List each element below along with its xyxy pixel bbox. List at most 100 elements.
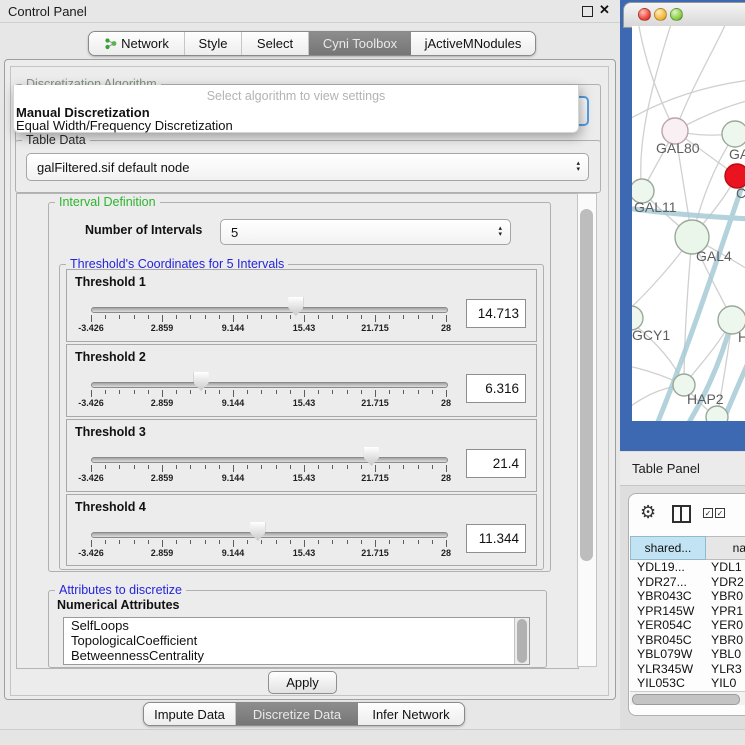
network-nodes[interactable] [632, 118, 745, 421]
slider-tick-label: 28 [441, 323, 451, 333]
threshold-1-slider-thumb[interactable] [288, 297, 303, 316]
table-row[interactable]: YDR27...YDR2 [630, 575, 745, 590]
node-bottom[interactable] [706, 406, 728, 421]
checkbox-icon[interactable]: ✓ [715, 508, 725, 518]
cell-shared-name[interactable]: YLR345W [630, 662, 706, 677]
slider-tick [403, 390, 404, 394]
node-green[interactable] [722, 121, 745, 147]
tab-impute-data[interactable]: Impute Data [144, 703, 236, 725]
tab-style[interactable]: Style [185, 32, 242, 55]
cell-shared-name[interactable]: YER054C [630, 618, 706, 633]
close-icon[interactable]: ✕ [599, 2, 610, 18]
network-canvas[interactable]: GAL80 GA C GAL11 GAL4 GCY1 H HAP2 [632, 26, 745, 421]
column-header-shared-name[interactable]: shared... [630, 536, 706, 560]
scrollbar-thumb[interactable] [580, 209, 593, 561]
tab-infer-network[interactable]: Infer Network [358, 703, 464, 725]
slider-tick [134, 540, 135, 544]
slider-tick-label: -3.426 [78, 398, 104, 408]
table-row[interactable]: YBL079WYBL0 [630, 647, 745, 662]
slider-tick [205, 540, 206, 544]
cell-name[interactable]: YDR2 [706, 575, 745, 590]
scrollbar-thumb[interactable] [632, 694, 740, 705]
app-root: Control Panel ✕ Network Style Select Cyn… [0, 0, 745, 745]
slider-tick-label: 15.43 [293, 548, 316, 558]
cell-name[interactable]: YIL0 [706, 676, 745, 691]
cell-shared-name[interactable]: YIL053C [630, 676, 706, 691]
table-row[interactable]: YBR045CYBR0 [630, 633, 745, 648]
slider-tick [148, 465, 149, 469]
threshold-2-value-field[interactable]: 6.316 [466, 374, 526, 403]
cell-shared-name[interactable]: YBR043C [630, 589, 706, 604]
table-row[interactable]: YER054CYER0 [630, 618, 745, 633]
cell-shared-name[interactable]: YDR27... [630, 575, 706, 590]
threshold-2-slider-track[interactable] [91, 382, 448, 388]
network-window-titlebar[interactable] [623, 2, 745, 28]
threshold-1-slider-track[interactable] [91, 307, 448, 313]
threshold-4-slider-thumb[interactable] [250, 522, 265, 541]
table-row[interactable]: YLR345WYLR3 [630, 662, 745, 677]
cell-shared-name[interactable]: YBR045C [630, 633, 706, 648]
slider-tick [162, 390, 163, 397]
cyni-mode-tabbar: Impute Data Discretize Data Infer Networ… [143, 702, 465, 726]
float-window-icon[interactable] [582, 6, 593, 17]
apply-button[interactable]: Apply [268, 671, 337, 694]
table-row[interactable]: YDL19...YDL1 [630, 560, 745, 575]
threshold-3-slider-track[interactable] [91, 457, 448, 463]
table-row[interactable]: YPR145WYPR1 [630, 604, 745, 619]
slider-tick-label: 28 [441, 548, 451, 558]
scrollbar-thumb[interactable] [517, 619, 527, 663]
tab-cyni-toolbox[interactable]: Cyni Toolbox [309, 32, 411, 55]
threshold-4-value-field[interactable]: 11.344 [466, 524, 526, 553]
slider-tick [318, 540, 319, 544]
tab-select[interactable]: Select [242, 32, 309, 55]
cell-name[interactable]: YDL1 [706, 560, 745, 575]
cell-shared-name[interactable]: YBL079W [630, 647, 706, 662]
tab-network[interactable]: Network [89, 32, 185, 55]
cell-shared-name[interactable]: YDL19... [630, 560, 706, 575]
columns-icon[interactable] [672, 505, 691, 523]
slider-tick [361, 390, 362, 394]
attributes-scrollbar[interactable] [514, 618, 529, 664]
network-icon [104, 37, 117, 50]
slider-tick [432, 390, 433, 394]
slider-tick [148, 315, 149, 319]
threshold-2-slider-thumb[interactable] [194, 372, 209, 391]
cell-name[interactable]: YBL0 [706, 647, 745, 662]
cell-name[interactable]: YER0 [706, 618, 745, 633]
slider-tick [261, 465, 262, 469]
checkbox-icon[interactable]: ✓ [703, 508, 713, 518]
threshold-3-value-field[interactable]: 21.4 [466, 449, 526, 478]
table-row[interactable]: YIL053CYIL0 [630, 676, 745, 691]
attribute-item[interactable]: TopologicalCoefficient [64, 633, 529, 648]
numerical-attributes-list[interactable]: SelfLoopsTopologicalCoefficientBetweenne… [63, 617, 530, 665]
slider-tick [318, 465, 319, 469]
attribute-item[interactable]: BetweennessCentrality [64, 648, 529, 663]
cell-name[interactable]: YPR1 [706, 604, 745, 619]
slider-tick [418, 465, 419, 469]
table-horizontal-scrollbar[interactable] [630, 691, 745, 705]
cell-name[interactable]: YBR0 [706, 633, 745, 648]
cell-name[interactable]: YLR3 [706, 662, 745, 677]
zoom-traffic-light[interactable] [670, 8, 683, 21]
tab-discretize-data[interactable]: Discretize Data [236, 703, 358, 725]
gear-icon[interactable]: ⚙ [640, 502, 656, 523]
settings-vertical-scrollbar[interactable] [577, 193, 597, 667]
column-header-name[interactable]: na [706, 536, 745, 560]
threshold-1-value-field[interactable]: 14.713 [466, 299, 526, 328]
cell-name[interactable]: YBR0 [706, 589, 745, 604]
close-traffic-light[interactable] [638, 8, 651, 21]
attribute-item[interactable]: SelfLoops [64, 618, 529, 633]
cell-shared-name[interactable]: YPR145W [630, 604, 706, 619]
algorithm-option-equal-width[interactable]: Equal Width/Frequency Discretization [14, 119, 578, 132]
slider-tick [91, 390, 92, 397]
table-data-combobox[interactable]: galFiltered.sif default node ▴▾ [26, 153, 589, 181]
slider-tick-label: 2.859 [151, 323, 174, 333]
tab-jactivemnodules[interactable]: jActiveMNodules [411, 32, 535, 55]
threshold-4-slider-track[interactable] [91, 532, 448, 538]
table-row[interactable]: YBR043CYBR0 [630, 589, 745, 604]
number-of-intervals-combobox[interactable]: 5 ▴▾ [220, 219, 511, 245]
minimize-traffic-light[interactable] [654, 8, 667, 21]
control-panel-title: Control Panel [8, 4, 87, 19]
threshold-3-slider-thumb[interactable] [364, 447, 379, 466]
threshold-1-label: Threshold 1 [75, 275, 146, 289]
